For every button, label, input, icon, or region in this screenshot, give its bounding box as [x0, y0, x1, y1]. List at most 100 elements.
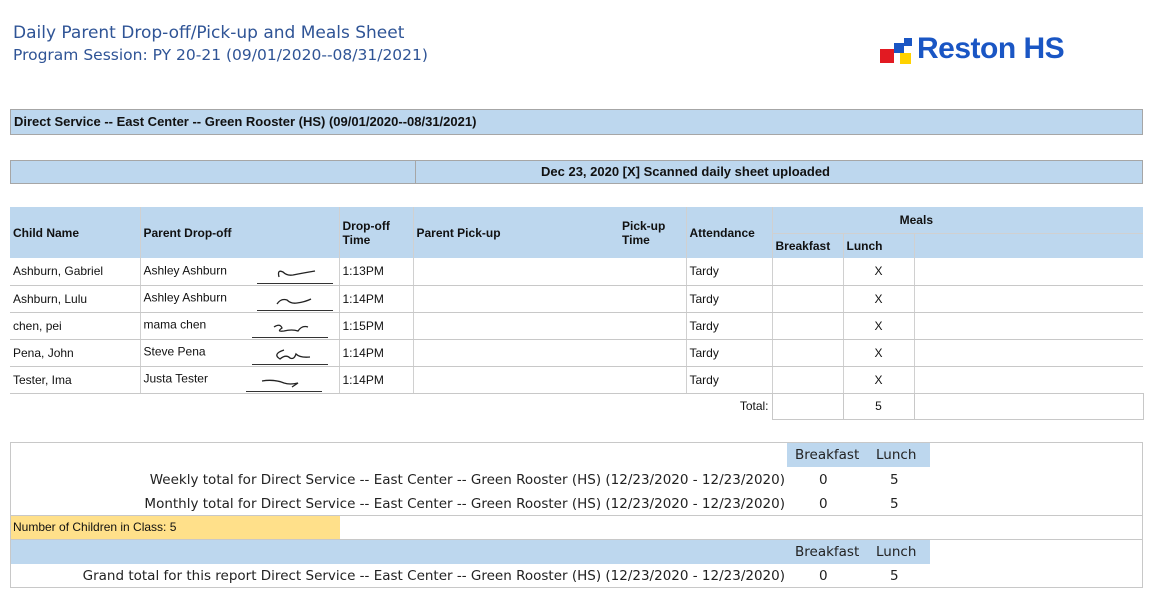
logo-text: Reston HS [917, 32, 1065, 65]
parent-dropoff-cell: Justa Tester [139, 366, 339, 394]
col-meals: Meals [771, 207, 1143, 233]
table-row: Tester, Ima Justa Tester 1:14PM Tardy X [10, 366, 1143, 394]
col-attendance: Attendance [685, 207, 772, 258]
dropoff-time: 1:15PM [338, 312, 413, 340]
logo-square-blue-icon [894, 43, 904, 53]
attendance: Tardy [685, 312, 772, 340]
reston-hs-logo: Reston HS [880, 32, 1080, 68]
parent-name: Justa Tester [143, 371, 208, 386]
roster-table: Child Name Parent Drop-off Drop-off Time… [10, 207, 1144, 420]
monthly-lunch: 5 [890, 496, 899, 512]
signature-icon [251, 344, 328, 365]
monthly-breakfast: 0 [819, 496, 828, 512]
parent-name: Ashley Ashburn [143, 290, 227, 305]
weekly-lunch: 5 [890, 472, 899, 488]
lunch-cell: X [842, 366, 914, 394]
attendance: Tardy [685, 258, 772, 286]
grand-total-label: Grand total for this report Direct Servi… [82, 568, 785, 584]
grand-lunch-label: Lunch [876, 544, 917, 560]
weekly-total-label: Weekly total for Direct Service -- East … [149, 472, 785, 488]
total-label: Total: [739, 399, 769, 414]
dropoff-time: 1:13PM [338, 258, 413, 286]
table-row: Pena, John Steve Pena 1:14PM Tardy X [10, 339, 1143, 367]
spacer-cell [913, 339, 1143, 367]
grand-breakfast-label: Breakfast [795, 544, 860, 560]
spacer-cell [913, 366, 1143, 394]
date-band: Dec 23, 2020 [X] Scanned daily sheet upl… [10, 160, 1143, 184]
table-row: Ashburn, Gabriel Ashley Ashburn 1:13PM T… [10, 258, 1143, 286]
pickup-time [619, 312, 686, 340]
attendance: Tardy [685, 285, 772, 313]
spacer-cell [913, 312, 1143, 340]
parent-pickup [412, 366, 619, 394]
dropoff-time: 1:14PM [338, 285, 413, 313]
child-name: Tester, Ima [10, 366, 140, 394]
col-lunch: Lunch [842, 232, 914, 258]
pickup-time [619, 366, 686, 394]
parent-dropoff-cell: Steve Pena [139, 339, 339, 367]
logo-square-yellow-icon [900, 53, 911, 64]
date-band-text: Dec 23, 2020 [X] Scanned daily sheet upl… [541, 164, 830, 179]
pickup-time [619, 258, 686, 286]
breakfast-cell [771, 285, 843, 313]
parent-pickup [412, 258, 619, 286]
parent-name: Steve Pena [143, 344, 206, 359]
col-child-name: Child Name [10, 207, 140, 258]
band-divider [415, 161, 416, 183]
col-dropoff-time: Drop-off Time [338, 207, 413, 258]
parent-pickup [412, 339, 619, 367]
signature-icon [256, 263, 333, 284]
total-spacer [913, 392, 1144, 420]
summary-lunch-label: Lunch [876, 447, 917, 463]
lunch-cell: X [842, 285, 914, 313]
breakfast-cell [771, 258, 843, 286]
children-count-badge: Number of Children in Class: 5 [11, 516, 340, 539]
dropoff-time: 1:14PM [338, 339, 413, 367]
parent-pickup [412, 312, 619, 340]
col-pickup-time: Pick-up Time [619, 207, 686, 258]
spacer-cell [913, 285, 1143, 313]
col-parent-dropoff: Parent Drop-off [139, 207, 339, 258]
child-name: Pena, John [10, 339, 140, 367]
logo-square-red-icon [880, 49, 894, 63]
service-band: Direct Service -- East Center -- Green R… [10, 109, 1143, 135]
logo-square-blue2-icon [904, 38, 912, 46]
signature-icon [252, 317, 329, 338]
breakfast-cell [771, 312, 843, 340]
parent-name: mama chen [143, 317, 207, 332]
summary-breakfast-label: Breakfast [795, 447, 860, 463]
attendance: Tardy [685, 339, 772, 367]
col-parent-pickup: Parent Pick-up [412, 207, 619, 258]
table-row: Ashburn, Lulu Ashley Ashburn 1:14PM Tard… [10, 285, 1143, 313]
parent-pickup [412, 285, 619, 313]
lunch-cell: X [842, 258, 914, 286]
table-row: chen, pei mama chen 1:15PM Tardy X [10, 312, 1143, 340]
weekly-breakfast: 0 [819, 472, 828, 488]
parent-dropoff-cell: mama chen [139, 312, 339, 340]
parent-name: Ashley Ashburn [143, 263, 227, 278]
col-meals-spacer [913, 232, 1143, 258]
grand-breakfast: 0 [819, 568, 828, 584]
grand-lunch: 5 [890, 568, 899, 584]
spacer-cell [913, 258, 1143, 286]
total-row: Total: 5 [10, 392, 1144, 420]
lunch-cell: X [842, 339, 914, 367]
signature-icon [245, 371, 322, 392]
child-name: Ashburn, Lulu [10, 285, 140, 313]
dropoff-time: 1:14PM [338, 366, 413, 394]
total-lunch: 5 [842, 392, 915, 420]
parent-dropoff-cell: Ashley Ashburn [139, 258, 339, 286]
total-breakfast [771, 392, 844, 420]
lunch-cell: X [842, 312, 914, 340]
col-breakfast: Breakfast [771, 232, 843, 258]
child-name: chen, pei [10, 312, 140, 340]
child-name: Ashburn, Gabriel [10, 258, 140, 286]
program-session: Program Session: PY 20-21 (09/01/2020--0… [13, 46, 428, 64]
page-title: Daily Parent Drop-off/Pick-up and Meals … [13, 23, 405, 43]
attendance: Tardy [685, 366, 772, 394]
pickup-time [619, 339, 686, 367]
grand-total-header [11, 540, 930, 564]
pickup-time [619, 285, 686, 313]
parent-dropoff-cell: Ashley Ashburn [139, 285, 339, 313]
breakfast-cell [771, 366, 843, 394]
